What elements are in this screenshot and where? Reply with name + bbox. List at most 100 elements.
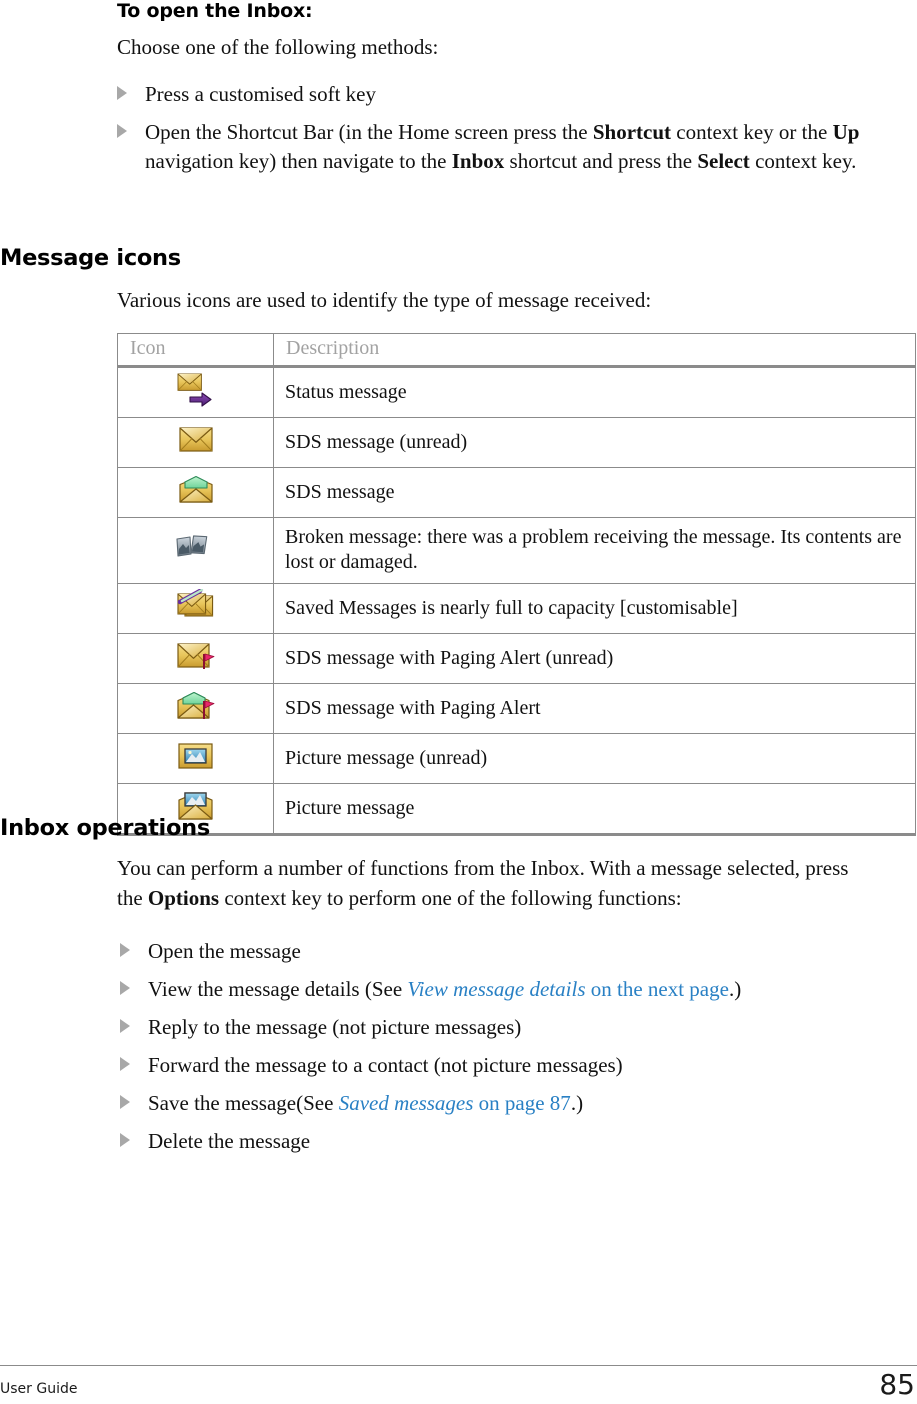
message-icons-table: Icon Description Status message SDS messa…: [117, 333, 916, 836]
heading-message-icons: Message icons: [0, 245, 181, 271]
bullet-item-text: Delete the message: [148, 1129, 310, 1153]
emphasis-bold: Shortcut: [592, 120, 672, 144]
sds-paging-alert-icon: [176, 689, 216, 728]
text-run: Reply to the message (not picture messag…: [148, 1015, 522, 1039]
icon-cell: [117, 366, 274, 418]
bullet-triangle-icon: [120, 943, 130, 957]
icon-cell: [117, 733, 274, 784]
description-cell: Broken message: there was a problem rece…: [273, 517, 916, 584]
description-cell: SDS message with Paging Alert (unread): [273, 633, 916, 684]
bullet-triangle-icon: [120, 1057, 130, 1071]
bullet-list-item: Press a customised soft key: [117, 80, 915, 109]
bullet-triangle-icon: [117, 124, 127, 138]
bullet-item-text: Reply to the message (not picture messag…: [148, 1015, 521, 1039]
cross-reference-link[interactable]: on page 87: [473, 1091, 571, 1115]
inbox-operations-intro-text: You can perform a number of functions fr…: [117, 853, 877, 913]
bullet-list-item: Delete the message: [120, 1127, 910, 1156]
heading-inbox-operations: Inbox operations: [0, 815, 210, 841]
section-message-icons: Message icons Various icons are used to …: [0, 245, 917, 836]
icon-cell: [117, 517, 274, 584]
bullet-item-text: Open the Shortcut Bar (in the Home scree…: [145, 120, 859, 173]
icon-cell: [117, 583, 274, 634]
text-run: context key.: [749, 149, 857, 173]
cross-reference-link-title[interactable]: Saved messages: [339, 1091, 474, 1115]
table-body: Status message SDS message (unread) SDS me…: [117, 366, 916, 836]
bullet-item-text: Press a customised soft key: [145, 82, 376, 106]
description-cell: Status message: [273, 366, 916, 418]
table-row: Saved Messages is nearly full to capacit…: [117, 583, 916, 634]
page-number: 85: [879, 1368, 915, 1401]
text-run: navigation key) then navigate to the: [145, 149, 452, 173]
saved-messages-full-icon: [176, 588, 216, 628]
footer-label: User Guide: [0, 1381, 78, 1397]
bullet-triangle-icon: [120, 1095, 130, 1109]
bullet-item-text: Save the message(See Saved messages on p…: [148, 1091, 583, 1115]
text-run: Open the message: [148, 939, 301, 963]
cross-reference-link-title[interactable]: View message details: [407, 977, 585, 1001]
bullet-list-item: Reply to the message (not picture messag…: [120, 1013, 910, 1042]
text-run: Open the Shortcut Bar (in the Home scree…: [145, 120, 593, 144]
open-inbox-bullet-list: Press a customised soft key Open the Shor…: [117, 80, 915, 176]
document-page: To open the Inbox: Choose one of the fol…: [0, 0, 917, 1404]
cross-reference-link[interactable]: on the next page: [586, 977, 729, 1001]
description-cell: SDS message: [273, 467, 916, 518]
text-run: context key to perform one of the follow…: [219, 886, 682, 910]
broken-message-icon: [175, 531, 216, 570]
column-header-icon: Icon: [117, 333, 274, 368]
text-run: .): [570, 1091, 584, 1115]
bullet-triangle-icon: [120, 1133, 130, 1147]
status-message-icon: [176, 373, 216, 412]
message-icons-table-wrapper: Icon Description Status message SDS messa…: [117, 333, 917, 836]
emphasis-bold: Inbox: [451, 149, 505, 173]
icon-cell: [117, 467, 274, 518]
bullet-list-item: View the message details (See View messa…: [120, 975, 910, 1004]
icon-cell: [117, 683, 274, 734]
open-inbox-intro-text: Choose one of the following methods:: [117, 35, 439, 59]
table-row: Broken message: there was a problem rece…: [117, 517, 916, 584]
sds-message-unread-icon: [176, 423, 216, 462]
bullet-item-text: Forward the message to a contact (not pi…: [148, 1053, 623, 1077]
bullet-item-text: View the message details (See View messa…: [148, 977, 741, 1001]
text-run: Save the message(See: [148, 1091, 339, 1115]
description-cell: SDS message with Paging Alert: [273, 683, 916, 734]
bullet-triangle-icon: [117, 86, 127, 100]
section-open-inbox: To open the Inbox: Choose one of the fol…: [117, 0, 915, 185]
sds-message-icon: [176, 473, 216, 512]
message-icons-intro-text: Various icons are used to identify the t…: [117, 288, 652, 312]
bullet-triangle-icon: [120, 981, 130, 995]
heading-to-open-the-inbox: To open the Inbox:: [117, 0, 313, 22]
bullet-triangle-icon: [120, 1019, 130, 1033]
text-run: context key or the: [671, 120, 833, 144]
emphasis-bold: Up: [832, 120, 860, 144]
table-head: Icon Description: [117, 333, 916, 368]
text-run: Forward the message to a contact (not pi…: [148, 1053, 623, 1077]
bullet-list-item: Save the message(See Saved messages on p…: [120, 1089, 910, 1118]
bullet-list-item: Open the Shortcut Bar (in the Home scree…: [117, 118, 915, 176]
table-row: SDS message (unread): [117, 417, 916, 468]
text-run: Delete the message: [148, 1129, 311, 1153]
table-row: SDS message with Paging Alert (unread): [117, 633, 916, 684]
text-run: View the message details (See: [148, 977, 408, 1001]
table-row: Picture message (unread): [117, 733, 916, 784]
inbox-operations-bullet-list: Open the message View the message details…: [120, 937, 910, 1156]
table-header-row: Icon Description: [117, 333, 916, 368]
description-cell: Picture message (unread): [273, 733, 916, 784]
emphasis-bold: Select: [697, 149, 750, 173]
emphasis-bold: Options: [147, 886, 220, 910]
icon-cell: [117, 417, 274, 468]
column-header-description: Description: [273, 333, 916, 368]
table-row: SDS message: [117, 467, 916, 518]
description-cell: Saved Messages is nearly full to capacit…: [273, 583, 916, 634]
text-run: .): [728, 977, 742, 1001]
table-row: Status message: [117, 366, 916, 418]
table-row: SDS message with Paging Alert: [117, 683, 916, 734]
icon-cell: [117, 633, 274, 684]
picture-message-unread-icon: [176, 739, 216, 778]
section-inbox-operations: Inbox operations You can perform a numbe…: [0, 815, 917, 1165]
description-cell: SDS message (unread): [273, 417, 916, 468]
bullet-item-text: Open the message: [148, 939, 301, 963]
footer-divider: [0, 1365, 917, 1366]
bullet-list-item: Open the message: [120, 937, 910, 966]
text-run: Press a customised soft key: [145, 82, 376, 106]
bullet-list-item: Forward the message to a contact (not pi…: [120, 1051, 910, 1080]
